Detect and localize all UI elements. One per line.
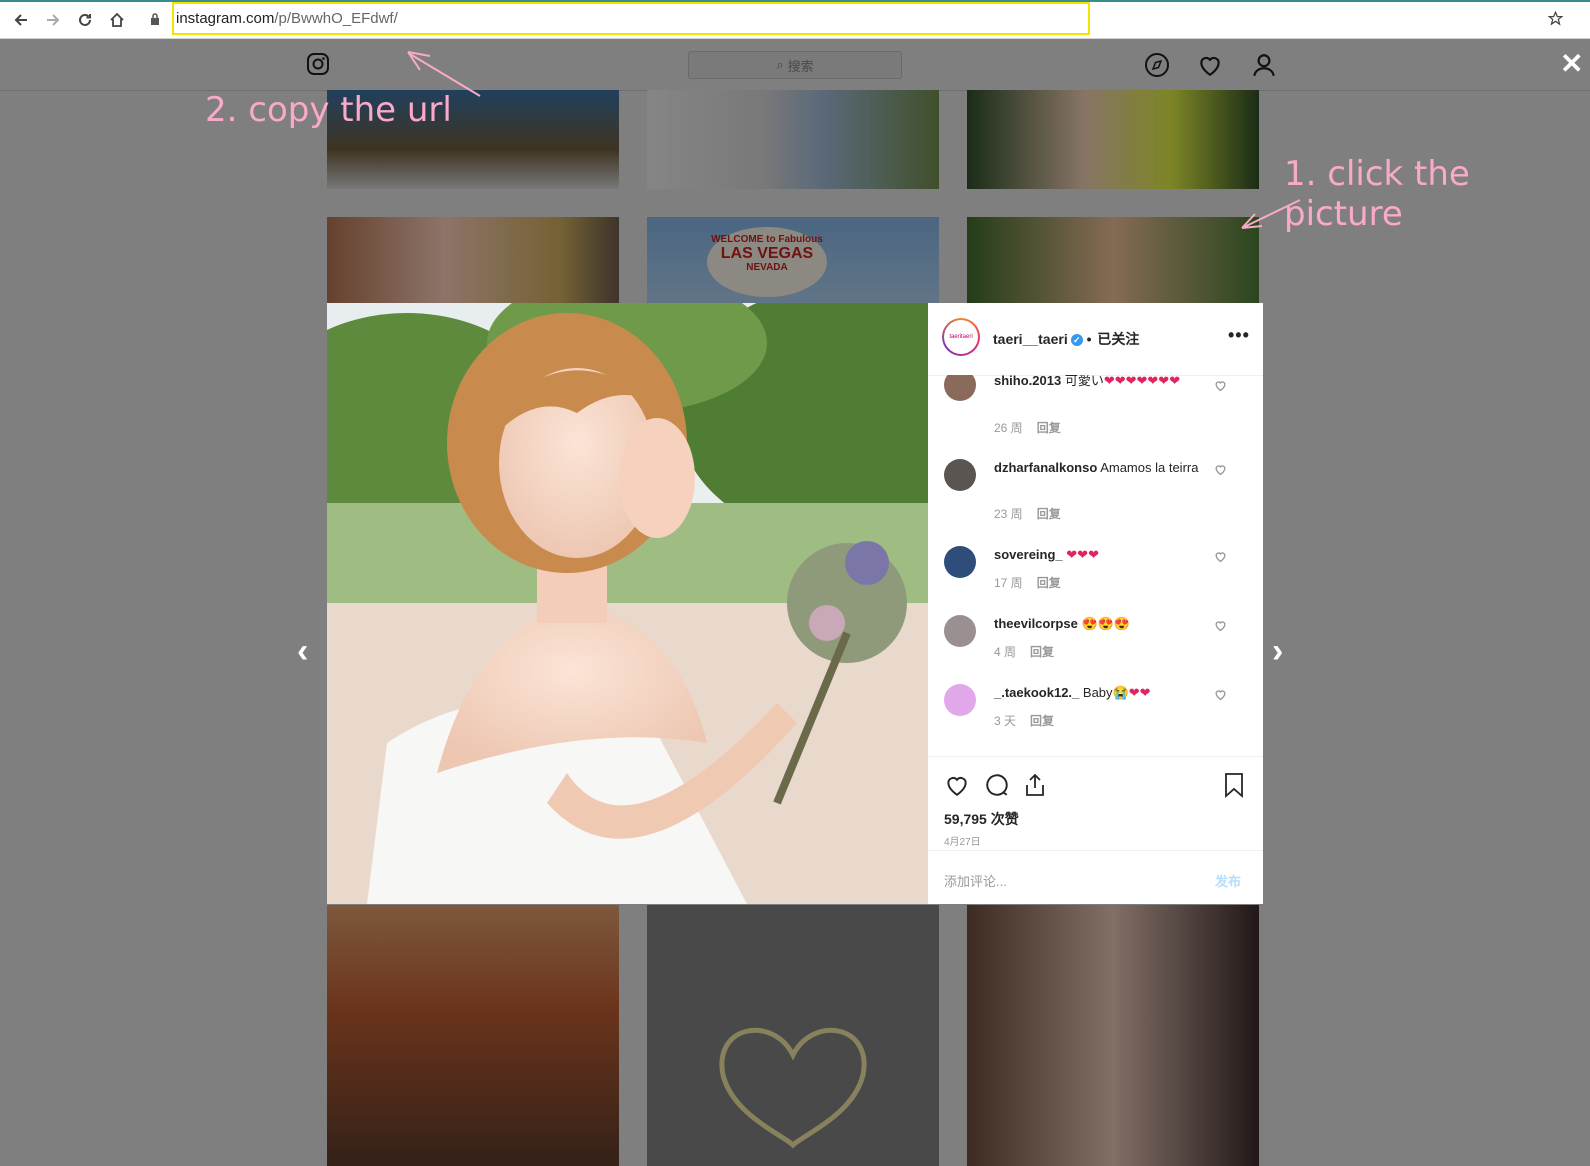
annotation-step2: 2. copy the url <box>205 90 452 130</box>
annotation-step1: 1. click the picture <box>1284 154 1470 234</box>
